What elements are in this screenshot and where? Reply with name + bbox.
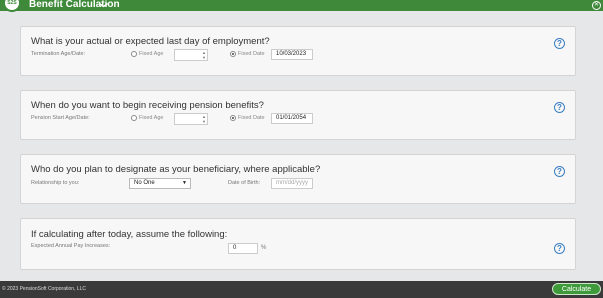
beneficiary-card: Who do you plan to designate as your ben…	[20, 154, 576, 204]
calculate-button[interactable]: Calculate	[552, 283, 601, 295]
fixed-age-label: Fixed Age	[139, 51, 164, 57]
fixed-date-label: Fixed Date	[238, 51, 265, 57]
fixed-age-label: Fixed Age	[139, 115, 164, 121]
pension-start-card: When do you want to begin receiving pens…	[20, 90, 576, 140]
percent-unit: %	[261, 245, 267, 251]
termination-date-input[interactable]: 10/03/2023	[271, 49, 313, 60]
help-icon[interactable]: ?	[554, 166, 565, 177]
pay-increase-input[interactable]: 0	[228, 243, 258, 254]
logo: S2S	[3, 0, 21, 12]
chevron-down-icon[interactable]: ❯	[97, 2, 109, 9]
termination-label: Termination Age/Date:	[31, 51, 86, 57]
assumptions-question: If calculating after today, assume the f…	[31, 229, 228, 240]
pension-start-label: Pension Start Age/Date:	[31, 115, 90, 121]
help-icon[interactable]: ?	[554, 38, 565, 49]
fixed-date-radio[interactable]	[230, 115, 236, 121]
chevron-down-icon[interactable]: ▼	[182, 179, 187, 188]
assumptions-card: If calculating after today, assume the f…	[20, 218, 576, 270]
footer: © 2023 PensionSoft Corporation, LLC Calc…	[0, 281, 603, 298]
fixed-date-radio[interactable]	[230, 51, 236, 57]
header-bar: S2S Benefit Calculation ❯ ✕	[0, 0, 603, 12]
fixed-date-label: Fixed Date	[238, 115, 265, 121]
age-stepper[interactable]: ▲ ▼	[174, 49, 208, 61]
beneficiary-question: Who do you plan to designate as your ben…	[31, 164, 321, 175]
relationship-value: No One	[134, 180, 155, 186]
help-icon[interactable]: ?	[554, 243, 565, 254]
employment-card: What is your actual or expected last day…	[20, 26, 576, 76]
stepper-arrows-icon[interactable]: ▲ ▼	[202, 114, 206, 124]
pay-increase-label: Expected Annual Pay Increases:	[31, 243, 111, 249]
close-icon[interactable]: ✕	[592, 1, 601, 10]
pension-start-date-input[interactable]: 01/01/2054	[271, 113, 313, 124]
age-stepper[interactable]: ▲ ▼	[174, 113, 208, 125]
employment-question: What is your actual or expected last day…	[31, 36, 270, 47]
relationship-label: Relationship to you:	[31, 180, 80, 186]
help-icon[interactable]: ?	[554, 102, 565, 113]
pension-start-question: When do you want to begin receiving pens…	[31, 100, 264, 111]
stepper-arrows-icon[interactable]: ▲ ▼	[202, 50, 206, 60]
copyright-text: © 2023 PensionSoft Corporation, LLC	[2, 286, 87, 292]
relationship-select[interactable]: No One ▼	[129, 178, 191, 189]
dob-label: Date of Birth:	[228, 180, 261, 186]
fixed-age-radio[interactable]	[131, 51, 137, 57]
fixed-age-radio[interactable]	[131, 115, 137, 121]
dob-input[interactable]: mm/dd/yyyy	[271, 178, 313, 189]
